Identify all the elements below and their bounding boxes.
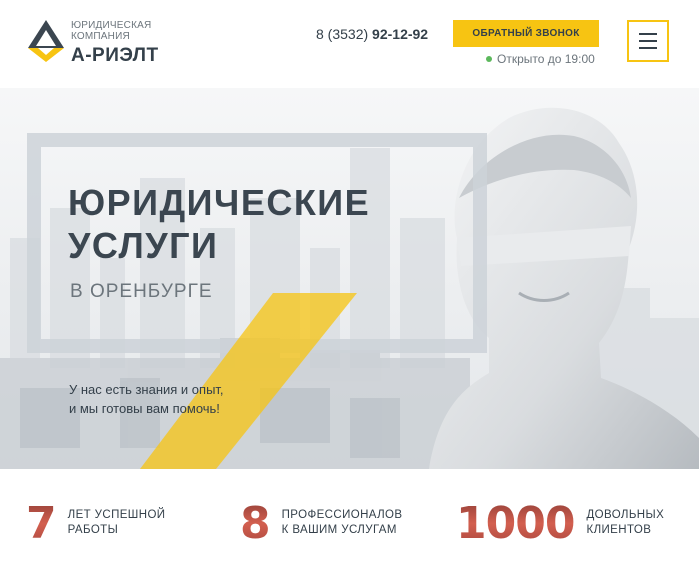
site-header: ЮРИДИЧЕСКАЯ КОМПАНИЯ А-РИЭЛТ 8 (3532) 92… bbox=[0, 0, 699, 88]
logo-link[interactable]: ЮРИДИЧЕСКАЯ КОМПАНИЯ А-РИЭЛТ bbox=[26, 18, 186, 68]
hero-title-line: УСЛУГИ bbox=[68, 225, 219, 266]
stat-label-line: К ВАШИМ УСЛУГАМ bbox=[281, 524, 397, 536]
callback-button[interactable]: ОБРАТНЫЙ ЗВОНОК bbox=[453, 20, 599, 47]
stat-label-line: РАБОТЫ bbox=[67, 524, 119, 536]
hamburger-icon-bar bbox=[639, 47, 657, 49]
stat-clients: 1000 ДОВОЛЬНЫХ КЛИЕНТОВ bbox=[456, 497, 664, 549]
stat-number: 8 bbox=[240, 497, 271, 549]
hamburger-icon-bar bbox=[639, 33, 657, 35]
stat-number: 1000 bbox=[456, 497, 575, 549]
stat-number: 7 bbox=[26, 497, 57, 549]
working-hours-status: Открыто до 19:00 bbox=[486, 52, 595, 66]
stat-years: 7 ЛЕТ УСПЕШНОЙ РАБОТЫ bbox=[26, 497, 166, 549]
working-hours-text: Открыто до 19:00 bbox=[497, 52, 595, 66]
open-status-dot-icon bbox=[486, 56, 492, 62]
stat-professionals: 8 ПРОФЕССИОНАЛОВ К ВАШИМ УСЛУГАМ bbox=[240, 497, 403, 549]
hero-banner: ЮРИДИЧЕСКИЕ УСЛУГИ В ОРЕНБУРГЕ У нас ест… bbox=[0, 88, 699, 469]
hero-description-line: и мы готовы вам помочь! bbox=[69, 401, 220, 416]
hero-city: В ОРЕНБУРГЕ bbox=[70, 281, 213, 302]
phone-prefix: 8 (3532) bbox=[316, 26, 369, 42]
logo-name: А-РИЭЛТ bbox=[71, 45, 159, 66]
stat-label-line: ПРОФЕССИОНАЛОВ bbox=[281, 509, 403, 521]
hero-description: У нас есть знания и опыт, и мы готовы ва… bbox=[69, 380, 224, 418]
hamburger-icon-bar bbox=[639, 40, 657, 42]
stat-label: ЛЕТ УСПЕШНОЙ РАБОТЫ bbox=[68, 508, 166, 538]
stat-label-line: ДОВОЛЬНЫХ bbox=[586, 509, 665, 521]
logo-icon bbox=[28, 20, 64, 62]
hero-title: ЮРИДИЧЕСКИЕ УСЛУГИ bbox=[68, 181, 370, 267]
logo-subtitle: ЮРИДИЧЕСКАЯ КОМПАНИЯ bbox=[71, 20, 152, 42]
stats-section: 7 ЛЕТ УСПЕШНОЙ РАБОТЫ 8 ПРОФЕССИОНАЛОВ К… bbox=[0, 469, 699, 578]
stat-label: ДОВОЛЬНЫХ КЛИЕНТОВ bbox=[586, 508, 664, 538]
stat-label: ПРОФЕССИОНАЛОВ К ВАШИМ УСЛУГАМ bbox=[282, 508, 403, 538]
phone-link[interactable]: 8 (3532) 92-12-92 bbox=[316, 26, 428, 42]
menu-button[interactable] bbox=[627, 20, 669, 62]
hero-description-line: У нас есть знания и опыт, bbox=[69, 382, 224, 397]
stat-label-line: ЛЕТ УСПЕШНОЙ bbox=[67, 509, 166, 521]
phone-number: 92-12-92 bbox=[372, 26, 429, 42]
stat-label-line: КЛИЕНТОВ bbox=[586, 524, 652, 536]
hero-title-line: ЮРИДИЧЕСКИЕ bbox=[68, 182, 371, 223]
